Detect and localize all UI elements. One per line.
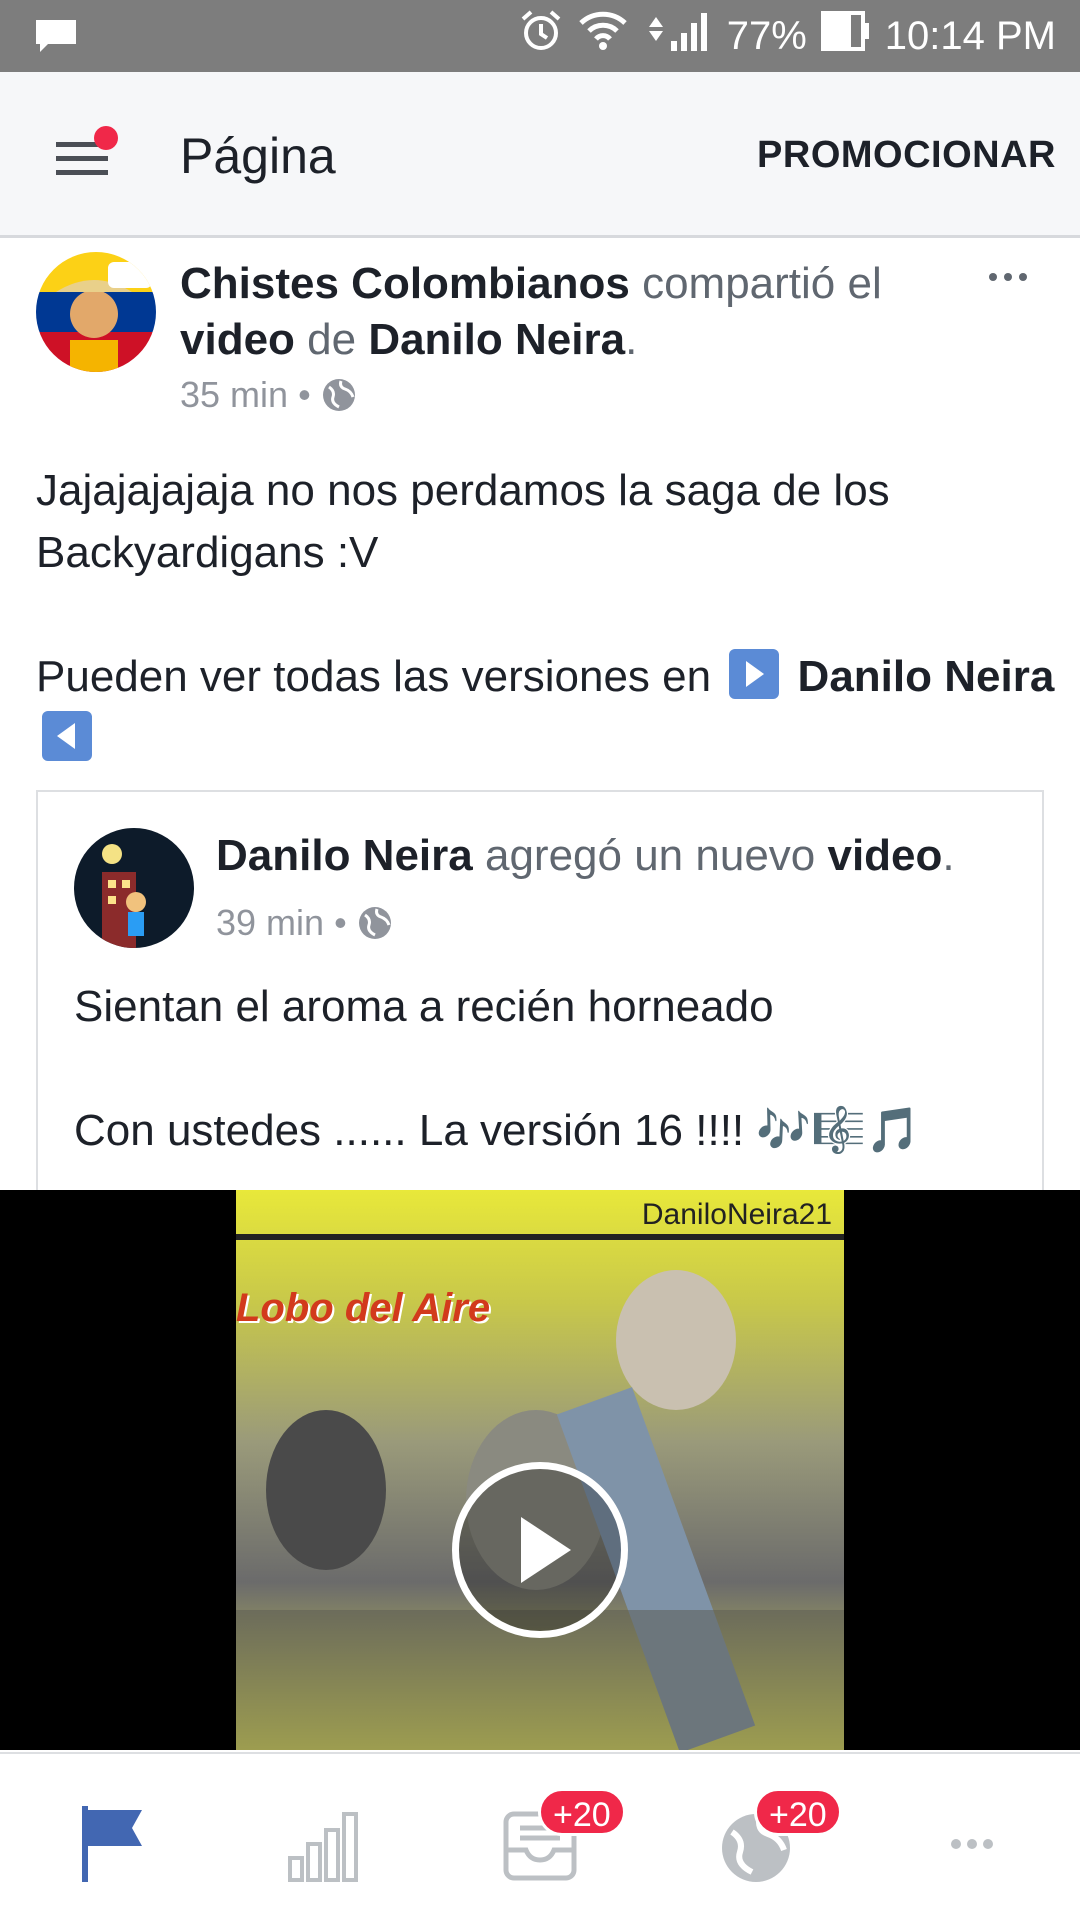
nav-more-tab[interactable] [924,1796,1020,1892]
bottom-navigation: +20 +20 [0,1752,1080,1920]
page-name-link[interactable]: Chistes Colombianos [180,259,630,308]
shared-period: . [942,831,955,880]
shared-post-time[interactable]: 39 min [216,902,324,944]
author-name-link[interactable]: Danilo Neira [216,831,473,880]
play-right-emoji-icon [729,649,780,699]
signal-icon [643,9,713,63]
menu-button[interactable] [52,126,118,186]
post-text-line2: Pueden ver todas las versiones en Danilo… [36,646,1056,770]
message-icon [34,18,78,59]
page-title: Página [180,128,336,184]
nav-page-tab[interactable] [68,1796,164,1892]
more-options-icon[interactable] [988,270,1028,288]
flag-icon [82,1806,142,1882]
author-avatar[interactable] [74,828,194,948]
play-left-emoji-icon [42,711,92,761]
video-link[interactable]: video [180,315,295,364]
bar-chart-icon [288,1812,358,1882]
shared-separator-dot: • [334,902,347,943]
shared-text-line1: Sientan el aroma a recién horneado [74,982,774,1031]
app-header: Página PROMOCIONAR [0,72,1080,238]
period: . [625,315,638,364]
wifi-icon [577,9,629,63]
inbox-badge: +20 [538,1788,626,1836]
post-body: Jajajajajaja no nos perdamos la saga de … [36,460,1056,770]
shared-post-meta: 39 min • [216,902,393,944]
shared-post-header: Danilo Neira agregó un nuevo video. [216,828,1016,884]
video-player[interactable]: DaniloNeira21 Lobo del Aire [0,1190,1080,1750]
clock: 10:14 PM [884,13,1056,58]
source-link[interactable]: Danilo Neira [368,315,625,364]
action-text: compartió el [629,259,882,308]
shared-text-line2: Con ustedes ...... La versión 16 !!!! 🎶🎼… [74,1106,921,1155]
battery-percent: 77% [726,13,807,58]
of-text: de [294,315,369,364]
globe-icon [322,379,355,411]
shared-post-body: Sientan el aroma a recién horneado Con u… [74,976,1034,1162]
play-icon [521,1517,571,1583]
post-time[interactable]: 35 min [180,374,288,416]
notification-dot [94,126,118,150]
page-avatar[interactable] [36,252,156,372]
globe-icon [358,907,391,939]
nav-notifications-tab[interactable]: +20 [708,1788,842,1892]
post-header: Chistes Colombianos compartió el video d… [180,256,940,368]
nav-insights-tab[interactable] [276,1796,372,1892]
shared-post-card[interactable]: Danilo Neira agregó un nuevo video. 39 m… [36,790,1044,1232]
post-text-prefix: Pueden ver todas las versiones en [36,652,724,701]
shared-video-link[interactable]: video [827,831,942,880]
post-text-line1: Jajajajajaja no nos perdamos la saga de … [36,466,890,577]
shared-action-text: agregó un nuevo [472,831,828,880]
promote-button[interactable]: PROMOCIONAR [757,134,1056,177]
notifications-badge: +20 [754,1788,842,1836]
page-mention-link[interactable]: Danilo Neira [798,652,1055,701]
post-meta: 35 min • [180,374,357,416]
status-bar: 77% 10:14 PM [0,0,1080,72]
play-button[interactable] [452,1462,628,1638]
alarm-icon [519,9,563,63]
separator-dot: • [298,374,311,415]
nav-inbox-tab[interactable]: +20 [492,1788,626,1892]
battery-icon [820,9,871,63]
more-icon [951,1839,993,1849]
